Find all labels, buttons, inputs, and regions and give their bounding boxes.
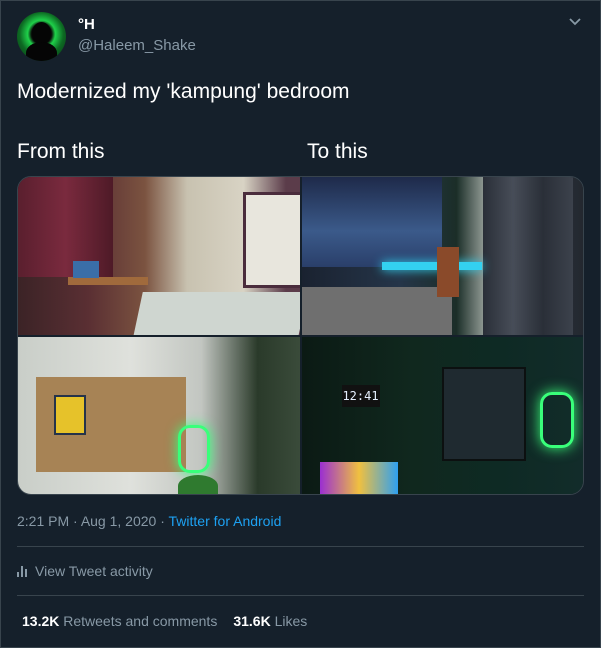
clock-display: 12:41 [341, 384, 380, 407]
divider [17, 546, 584, 547]
caption-after: To this [307, 140, 368, 163]
photo-dark-room[interactable]: 12:41 [301, 336, 583, 494]
tweet-stats: 13.2K Retweets and comments 31.6K Likes [22, 613, 307, 629]
caption-before: From this [17, 140, 105, 163]
divider [17, 595, 584, 596]
activity-label: View Tweet activity [35, 563, 153, 579]
tweet-meta: 2:21 PM · Aug 1, 2020 · Twitter for Andr… [17, 513, 282, 529]
photo-pegboard[interactable] [18, 336, 300, 494]
tweet-text: Modernized my 'kampung' bedroom [17, 80, 350, 103]
tweet-source-link[interactable]: Twitter for Android [169, 513, 282, 529]
retweets-stat[interactable]: 13.2K Retweets and comments [22, 613, 217, 629]
author-name[interactable]: °H [78, 16, 95, 33]
photo-old-bedroom[interactable] [18, 177, 300, 335]
avatar[interactable] [17, 12, 66, 61]
chevron-down-icon[interactable] [568, 14, 582, 30]
author-handle[interactable]: @Haleem_Shake [78, 37, 196, 54]
tweet-header: °H @Haleem_Shake [17, 12, 587, 62]
tweet-date[interactable]: Aug 1, 2020 [81, 513, 157, 529]
tweet-time[interactable]: 2:21 PM [17, 513, 69, 529]
photo-new-bedroom[interactable] [301, 177, 583, 335]
likes-stat[interactable]: 31.6K Likes [233, 613, 307, 629]
activity-bars-icon [17, 565, 27, 577]
view-activity-button[interactable]: View Tweet activity [17, 563, 153, 579]
media-grid: 12:41 [17, 176, 584, 495]
